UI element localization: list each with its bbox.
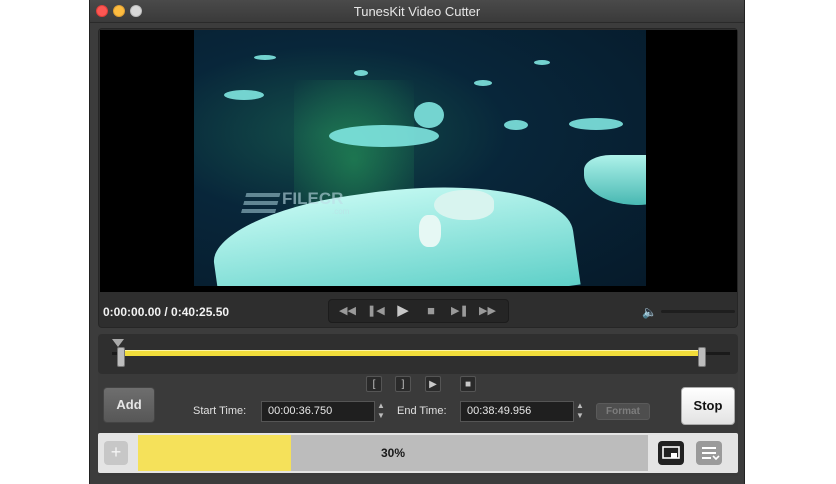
ice-floe [414, 102, 444, 128]
end-time-stepper[interactable]: ▲ ▼ [574, 401, 586, 422]
video-frame: FILECR .com [194, 30, 646, 286]
ice-floe [224, 90, 264, 100]
end-time-label: End Time: [397, 405, 447, 417]
watermark: FILECR .com [240, 185, 384, 225]
window-title: TunesKit Video Cutter [353, 4, 481, 19]
play-icon[interactable]: ▶ [395, 303, 411, 318]
polar-bear-cub [419, 215, 441, 247]
ice-floe [569, 118, 623, 130]
selected-segment [121, 350, 700, 356]
set-start-icon[interactable]: [ [366, 376, 382, 392]
preview-segment-icon[interactable]: ▶ [425, 376, 441, 392]
stop-segment-icon[interactable]: ■ [460, 376, 476, 392]
add-button[interactable]: Add [103, 387, 155, 423]
queue-bar: + 30% [98, 433, 738, 473]
start-time-stepper[interactable]: ▲ ▼ [375, 401, 387, 422]
end-trim-handle[interactable] [698, 347, 706, 367]
ice-floe [534, 60, 550, 65]
progress-text: 30% [380, 446, 406, 460]
stop-button[interactable]: Stop [681, 387, 735, 425]
timecode-readout: 0:00:00.00 / 0:40:25.50 [103, 305, 230, 319]
ice-floe-right [584, 155, 646, 205]
start-time-label: Start Time: [193, 405, 247, 417]
editor-panel: [ ] ▶ ■ Add Start Time: 00:00:36.750 ▲ ▼ … [98, 334, 738, 476]
app-window: TunesKit Video Cutter FILECR .com 0:00:0… [89, 0, 745, 484]
frame-forward-icon[interactable]: ▶❚ [451, 304, 469, 318]
frame-back-icon[interactable]: ❚◀ [367, 304, 385, 318]
title-bar: TunesKit Video Cutter [90, 0, 744, 23]
playhead-marker[interactable] [112, 339, 124, 347]
watermark-text: FILECR [282, 189, 344, 208]
end-time-field[interactable]: 00:38:49.956 [460, 401, 574, 422]
set-end-icon[interactable]: ] [395, 376, 411, 392]
transport-controls: ◀◀ ❚◀ ▶ ■ ▶❚ ▶▶ [328, 299, 509, 323]
add-segment-button[interactable]: + [104, 441, 128, 465]
watermark-subtext: .com [332, 207, 350, 216]
ice-floe [354, 70, 368, 76]
start-time-field[interactable]: 00:00:36.750 [261, 401, 375, 422]
volume-slider[interactable] [661, 310, 735, 313]
skip-forward-icon[interactable]: ▶▶ [479, 304, 496, 318]
format-button[interactable]: Format [596, 403, 650, 420]
stop-icon[interactable]: ■ [423, 304, 439, 318]
start-trim-handle[interactable] [117, 347, 125, 367]
task-list-icon[interactable] [696, 441, 722, 465]
polar-bear [434, 190, 494, 220]
video-player: FILECR .com 0:00:00.00 / 0:40:25.50 ◀◀ ❚… [98, 28, 738, 328]
video-viewport[interactable]: FILECR .com [100, 30, 737, 292]
progress-bar: 30% [138, 435, 648, 471]
watermark-logo [240, 189, 282, 215]
ice-floe [504, 120, 528, 130]
timeline[interactable] [98, 334, 738, 374]
ice-floe [474, 80, 492, 86]
mute-icon[interactable]: 🔈 [642, 305, 657, 319]
ice-floe [329, 125, 439, 147]
skip-back-icon[interactable]: ◀◀ [339, 304, 356, 318]
output-folder-icon[interactable] [658, 441, 684, 465]
ice-floe [254, 55, 276, 60]
